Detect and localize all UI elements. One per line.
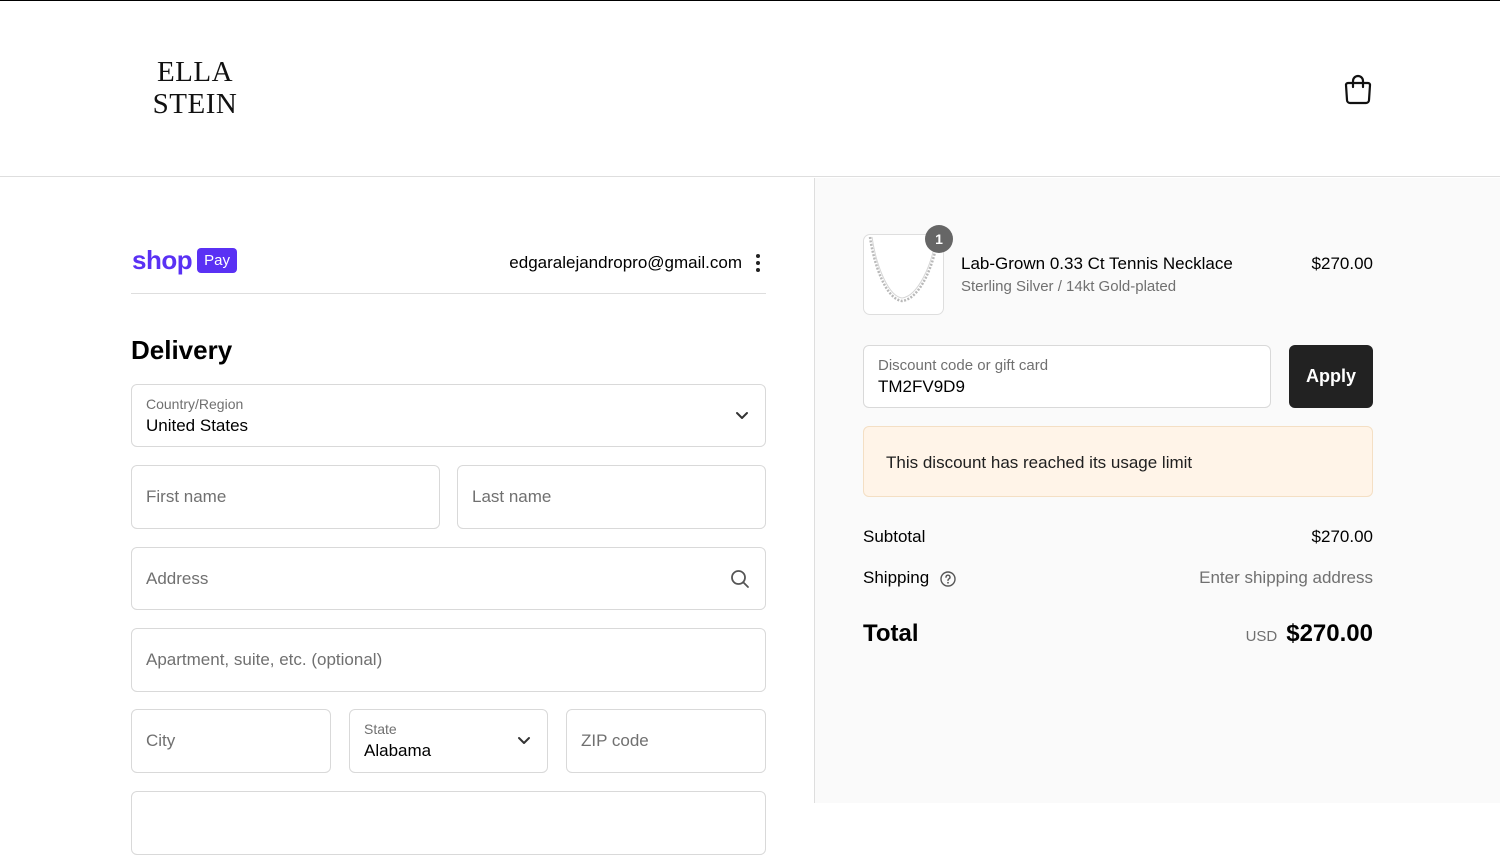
product-name: Lab-Grown 0.33 Ct Tennis Necklace	[961, 254, 1233, 273]
order-summary: 1 Lab-Grown 0.33 Ct Tennis Necklace Ster…	[815, 178, 1500, 803]
checkout-form: shop Pay edgaralejandropro@gmail.com Del…	[0, 178, 815, 855]
first-name-placeholder: First name	[146, 487, 227, 506]
notice-text: This discount has reached its usage limi…	[886, 453, 1193, 472]
apartment-placeholder: Apartment, suite, etc. (optional)	[146, 650, 383, 669]
product-variant: Sterling Silver / 14kt Gold-plated	[961, 278, 1177, 295]
shop-pay-badge: Pay	[197, 247, 237, 273]
address-field[interactable]: Address	[131, 547, 766, 610]
country-label: Country/Region	[146, 396, 244, 412]
total-value: $270.00	[1286, 620, 1373, 647]
shop-pay-logo: shop Pay	[132, 245, 237, 275]
state-value: Alabama	[364, 741, 432, 760]
zip-placeholder: ZIP code	[581, 731, 649, 750]
total-amount: USD $270.00	[1246, 620, 1373, 648]
shipping-label: Shipping	[863, 568, 930, 587]
last-name-placeholder: Last name	[472, 487, 552, 506]
help-icon[interactable]	[940, 570, 956, 587]
city-field[interactable]: City	[131, 709, 331, 773]
apartment-field[interactable]: Apartment, suite, etc. (optional)	[131, 628, 766, 692]
country-select[interactable]: Country/Region United States	[131, 384, 766, 447]
country-value: United States	[146, 416, 249, 435]
shop-pay-word: shop	[132, 245, 193, 275]
store-logo[interactable]: ELLA STEIN	[150, 56, 240, 120]
site-header: ELLA STEIN	[0, 1, 1500, 177]
search-icon	[731, 569, 749, 588]
total-currency: USD	[1245, 628, 1278, 645]
product-price: $270.00	[1311, 254, 1373, 273]
discount-code-input[interactable]: Discount code or gift card TM2FV9D9	[863, 345, 1271, 408]
account-email: edgaralejandropro@gmail.com	[509, 253, 742, 272]
chevron-down-icon	[518, 737, 530, 744]
last-name-field[interactable]: Last name	[457, 465, 766, 529]
state-select[interactable]: State Alabama	[349, 709, 548, 773]
discount-error-notice: This discount has reached its usage limi…	[863, 426, 1373, 497]
subtotal-label: Subtotal	[863, 527, 926, 546]
divider	[131, 293, 766, 294]
kebab-menu-icon[interactable]	[752, 253, 764, 273]
logo-line-2: STEIN	[152, 88, 238, 120]
discount-label: Discount code or gift card	[878, 357, 1049, 374]
discount-value: TM2FV9D9	[878, 377, 965, 396]
zip-field[interactable]: ZIP code	[566, 709, 766, 773]
next-field[interactable]	[131, 791, 766, 855]
apply-button[interactable]: Apply	[1289, 345, 1373, 408]
state-label: State	[364, 721, 397, 737]
shopping-bag-icon[interactable]	[1343, 73, 1373, 105]
shipping-value: Enter shipping address	[1199, 568, 1373, 587]
total-label: Total	[863, 620, 919, 647]
chevron-down-icon	[736, 411, 748, 419]
subtotal-value: $270.00	[1311, 527, 1373, 546]
delivery-heading: Delivery	[131, 335, 233, 365]
logo-line-1: ELLA	[156, 56, 234, 88]
quantity-badge: 1	[925, 225, 953, 253]
first-name-field[interactable]: First name	[131, 465, 440, 529]
shipping-row: Shipping	[863, 568, 956, 588]
city-placeholder: City	[146, 731, 176, 750]
address-placeholder: Address	[146, 568, 209, 588]
